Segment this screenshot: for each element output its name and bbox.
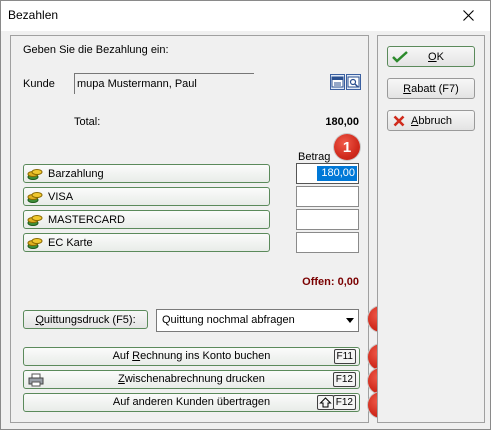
coins-icon [27, 191, 43, 203]
payment-label: Barzahlung [48, 167, 104, 180]
post-to-account-button[interactable]: Auf Rechnung ins Konto buchen F11 [23, 347, 360, 366]
coins-icon [27, 168, 43, 180]
close-icon [462, 10, 474, 21]
red-x-icon [393, 115, 405, 126]
customer-field[interactable]: mupa Mustermann, Paul [74, 73, 254, 94]
post-to-account-label: Auf Rechnung ins Konto buchen [112, 350, 271, 362]
receipt-select-value: Quittung nochmal abfragen [162, 314, 295, 326]
ok-label: OK [428, 50, 444, 63]
key-hint: F11 [333, 349, 356, 364]
customer-value: mupa Mustermann, Paul [77, 78, 197, 90]
amount-input-cash[interactable]: 180,00 [296, 163, 359, 184]
amount-input-mastercard[interactable] [296, 209, 359, 230]
coins-icon [27, 214, 43, 226]
receipt-button-label: Quittungsdruck (F5): [35, 313, 136, 326]
shift-key-icon [319, 397, 332, 408]
cancel-label: Abbruch [411, 114, 452, 127]
payment-cash-button[interactable]: Barzahlung [23, 164, 270, 183]
payment-label: VISA [48, 190, 74, 203]
discount-label: Rabatt (F7) [403, 82, 459, 95]
open-amount: Offen: 0,00 [302, 276, 359, 288]
amount-input-visa[interactable] [296, 186, 359, 207]
coins-icon [27, 237, 43, 249]
key-hint: F12 [332, 395, 356, 410]
title-bar: Bezahlen [1, 1, 490, 31]
customer-card-icon [331, 76, 344, 88]
customer-label: Kunde [23, 78, 55, 90]
customer-search-icon [347, 76, 360, 88]
amount-input-ec[interactable] [296, 232, 359, 253]
payment-label: MASTERCARD [48, 213, 126, 226]
chevron-down-icon [346, 318, 354, 323]
customer-card-button[interactable] [330, 74, 345, 90]
transfer-customer-button[interactable]: Auf anderen Kunden übertragen F12 [23, 393, 360, 412]
ok-button[interactable]: OK [387, 46, 475, 67]
payment-panel: Geben Sie die Bezahlung ein: Kunde mupa … [10, 35, 394, 423]
payment-ec-button[interactable]: EC Karte [23, 233, 270, 252]
total-value: 180,00 [325, 116, 359, 128]
transfer-customer-label: Auf anderen Kunden übertragen [112, 396, 271, 408]
shift-key-hint [317, 395, 334, 410]
check-icon [392, 50, 408, 63]
payment-mastercard-button[interactable]: MASTERCARD [23, 210, 270, 229]
interim-print-label: Zwischenabrechnung drucken [118, 373, 265, 385]
amount-header: Betrag [298, 151, 331, 163]
payment-dialog: Bezahlen Geben Sie die Bezahlung ein: Ku… [0, 0, 491, 430]
close-button[interactable] [446, 1, 490, 30]
annotation-badge-1: 1 [334, 134, 360, 160]
window-title: Bezahlen [8, 8, 59, 22]
total-label: Total: [74, 116, 101, 128]
payment-visa-button[interactable]: VISA [23, 187, 270, 206]
key-hint: F12 [332, 372, 356, 387]
payment-label: EC Karte [48, 236, 93, 249]
amount-value: 180,00 [317, 166, 357, 181]
receipt-print-button[interactable]: Quittungsdruck (F5): [23, 310, 148, 329]
prompt-text: Geben Sie die Bezahlung ein: [23, 44, 169, 56]
action-panel: OK Rabatt (F7) Abbruch [377, 35, 485, 423]
interim-print-button[interactable]: Zwischenabrechnung drucken F12 [23, 370, 360, 389]
cancel-button[interactable]: Abbruch [387, 110, 475, 131]
discount-button[interactable]: Rabatt (F7) [387, 78, 475, 99]
receipt-select[interactable]: Quittung nochmal abfragen [156, 309, 359, 332]
customer-search-button[interactable] [346, 74, 361, 90]
